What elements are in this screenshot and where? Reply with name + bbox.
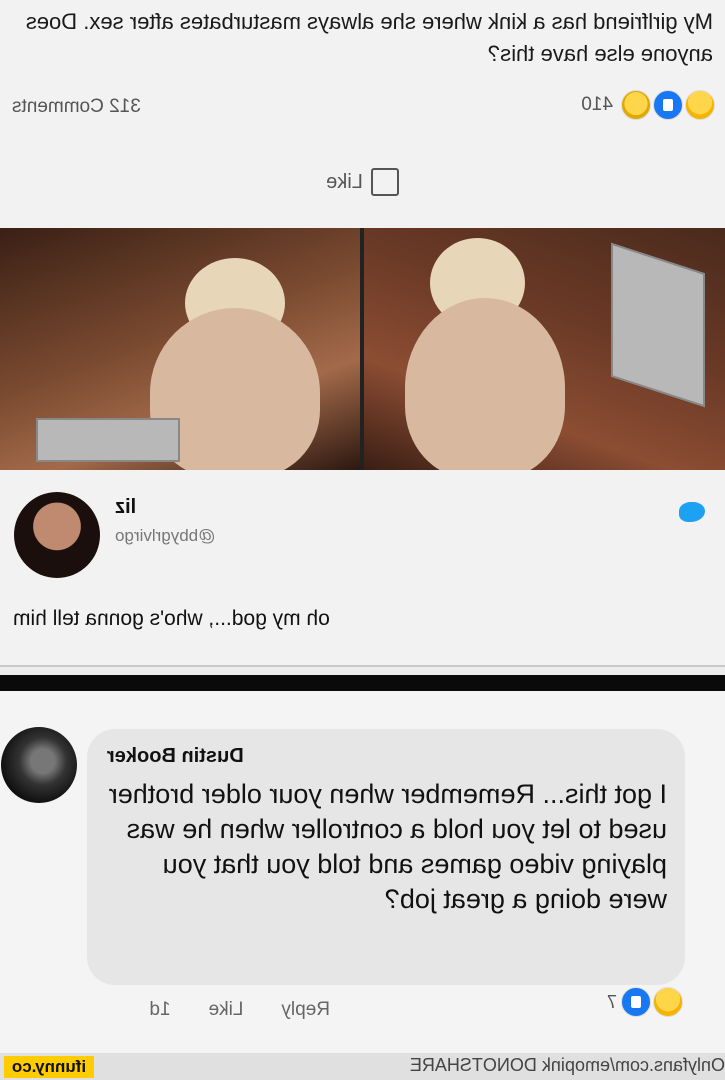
comment: Dustin Booker I got this... Remember whe… [0,691,725,1063]
tweet-text: oh my god..., who's gonna tell him [13,607,330,630]
like-reaction-icon [621,987,651,1017]
avatar[interactable] [14,492,100,578]
comment-bubble: Dustin Booker I got this... Remember whe… [87,729,685,985]
thumbs-up-icon [370,168,399,196]
like-button[interactable]: Like [0,168,725,196]
figure-graphic [405,298,565,470]
laptop-graphic [611,242,705,408]
tweet-author-handle[interactable]: @bbygrlvirgo [115,526,295,546]
comment-time: 1d [149,999,171,1020]
commenter-avatar[interactable] [1,727,77,803]
like-reaction-icon [653,90,683,120]
ifunny-logo: ifunny.co [4,1056,94,1078]
comment-reaction-count: 7 [606,991,617,1012]
comment-author[interactable]: Dustin Booker [107,745,244,768]
divider [0,675,725,691]
tweet-author-name[interactable]: liz [115,496,205,519]
footer: Onlyfans.com/emopink DONOTSHARE ifunny.c… [0,1053,725,1080]
comments-count-link[interactable]: 312 Comments [12,96,141,118]
comment-reactions[interactable]: 7 [607,987,683,1017]
reaction-count: 410 [581,94,613,115]
comment-text: I got this... Remember when your older b… [108,779,667,914]
mirrored-screenshot: My girlfriend has a kink where she alway… [0,0,725,1080]
sad-reaction-icon [621,90,651,120]
like-link[interactable]: Like [209,999,244,1021]
photo-woman-laptop-couch [364,228,725,470]
comment-actions: Reply Like 1d [149,999,330,1021]
post-text: My girlfriend has a kink where she alway… [25,9,713,66]
haha-reaction-icon [653,987,683,1017]
like-button-label: Like [326,170,363,193]
facebook-post: My girlfriend has a kink where she alway… [0,0,725,667]
laptop-graphic [36,418,181,462]
haha-reaction-icon [685,90,715,120]
tweet: liz @bbygrlvirgo oh my god..., who's gon… [0,482,725,662]
reply-link[interactable]: Reply [281,999,330,1021]
post-reactions[interactable]: 410 [581,90,715,120]
photo-pair [0,228,725,470]
photo-woman-glasses-laptop [0,228,361,470]
watermark-text: Onlyfans.com/emopink DONOTSHARE [409,1055,725,1075]
twitter-bird-icon [679,502,705,522]
